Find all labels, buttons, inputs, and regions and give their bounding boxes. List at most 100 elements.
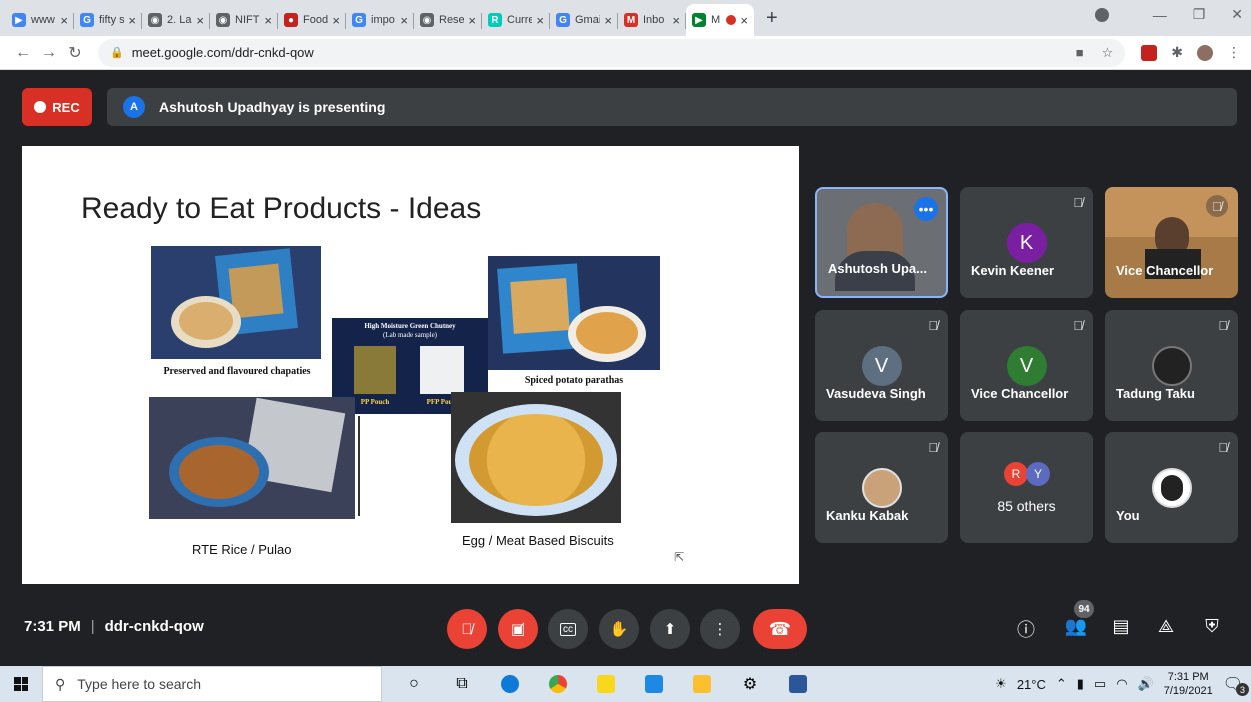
tab-title: fifty s — [99, 14, 125, 26]
puzzle-icon[interactable]: ✱ — [1171, 44, 1183, 61]
people-icon: 👥 — [1064, 616, 1088, 636]
shield-icon: ⛨ — [1205, 616, 1219, 636]
browser-tab[interactable]: ◉ Rese × — [414, 4, 482, 36]
people-button[interactable]: 👥 — [1063, 616, 1089, 637]
browser-tab[interactable]: ▶ www × — [6, 4, 74, 36]
raise-hand-button[interactable]: ✋ — [599, 609, 639, 649]
captions-button[interactable]: cc — [548, 609, 588, 649]
battery-icon[interactable]: ▭ — [1094, 676, 1106, 692]
biscuits-photo — [451, 392, 621, 523]
close-tab-icon[interactable]: × — [196, 13, 204, 28]
host-controls-button[interactable]: ⛨ — [1199, 616, 1225, 637]
mic-off-icon: 🎙̸ — [928, 318, 938, 333]
start-button[interactable] — [0, 666, 42, 702]
avatar[interactable] — [1197, 44, 1213, 61]
notification-center-button[interactable]: 🗨 3 — [1223, 674, 1249, 696]
search-placeholder: Type here to search — [77, 676, 202, 692]
activities-button[interactable]: ⟁ — [1153, 616, 1179, 637]
leave-call-button[interactable]: ☎ — [753, 609, 807, 649]
address-bar[interactable]: 🔒 meet.google.com/ddr-cnkd-qow ■ ☆ — [98, 38, 1126, 67]
weather-temp[interactable]: 21°C — [1017, 677, 1046, 692]
more-options-button[interactable]: ⋮ — [700, 609, 740, 649]
browser-tab[interactable]: ◉ NIFTI × — [210, 4, 278, 36]
wifi-icon[interactable]: ◠ — [1116, 676, 1127, 692]
close-tab-icon[interactable]: × — [264, 13, 272, 28]
participant-name: Tadung Taku — [1116, 386, 1195, 401]
participant-tile[interactable]: ••• Ashutosh Upa... — [815, 187, 948, 298]
browser-tab[interactable]: ◉ 2. Lal × — [142, 4, 210, 36]
participant-tile[interactable]: 🎙̸ V Vice Chancellor — [960, 310, 1093, 421]
sticky-notes-icon — [597, 675, 615, 693]
participant-tile[interactable]: 🎙̸ V Vasudeva Singh — [815, 310, 948, 421]
avatar — [1151, 346, 1192, 386]
browser-tab[interactable]: Gimpo × — [346, 4, 414, 36]
clock-date: 7/19/2021 — [1163, 685, 1213, 697]
participant-tile[interactable]: 🎙̸ Kanku Kabak — [815, 432, 948, 543]
participant-tile[interactable]: 🎙̸ Vice Chancellor — [1105, 187, 1238, 298]
task-view-button[interactable]: ⧉ — [438, 666, 486, 702]
back-icon[interactable]: ← — [10, 44, 36, 62]
close-window-icon[interactable]: ✕ — [1231, 6, 1243, 23]
close-tab-icon[interactable]: × — [536, 13, 544, 28]
close-tab-icon[interactable]: × — [332, 13, 340, 28]
participant-tile[interactable]: 🎙̸ Tadung Taku — [1105, 310, 1238, 421]
close-tab-icon[interactable]: × — [128, 13, 136, 28]
taskbar-search[interactable]: ⚲ Type here to search — [42, 666, 382, 702]
forward-icon[interactable]: → — [36, 44, 62, 62]
mic-off-icon: 🎙̸ — [928, 440, 938, 455]
new-tab-button[interactable]: + — [766, 7, 778, 30]
maximize-icon[interactable]: ❐ — [1193, 6, 1206, 23]
tab-title: Inbo — [643, 14, 665, 26]
browser-tab[interactable]: R Curre × — [482, 4, 550, 36]
rg-icon: R — [488, 13, 502, 27]
taskbar-edge[interactable] — [486, 666, 534, 702]
cursor-icon: ⇱ — [674, 550, 685, 564]
more-options-icon[interactable]: ••• — [914, 197, 938, 221]
self-tile[interactable]: 🎙̸ You — [1105, 432, 1238, 543]
bookmark-star-icon[interactable]: ☆ — [1102, 45, 1114, 61]
close-tab-icon[interactable]: × — [468, 13, 476, 28]
browser-tab[interactable]: Gfifty s × — [74, 4, 142, 36]
close-tab-icon[interactable]: × — [672, 13, 680, 28]
recording-tab-icon — [726, 15, 737, 25]
cortana-button[interactable]: ○ — [390, 666, 438, 702]
close-tab-icon[interactable]: × — [400, 13, 408, 28]
meeting-info: 7:31 PM | ddr-cnkd-qow — [24, 618, 204, 635]
browser-tab[interactable]: ● Food × — [278, 4, 346, 36]
others-tile[interactable]: R Y 85 others — [960, 432, 1093, 543]
taskbar-sticky[interactable] — [582, 666, 630, 702]
window-controls: — ❐ ✕ — [1094, 6, 1243, 23]
taskbar-store[interactable] — [630, 666, 678, 702]
taskbar-chrome[interactable] — [534, 666, 582, 702]
info-button[interactable]: ⓘ — [1013, 616, 1039, 642]
browser-tab[interactable]: G Gmai × — [550, 4, 618, 36]
camera-icon[interactable]: ■ — [1076, 45, 1084, 61]
tab-title: www — [31, 14, 55, 26]
extension-icon[interactable] — [1141, 44, 1158, 61]
avatar: K — [1006, 223, 1047, 263]
volume-icon[interactable]: 🔊 — [1138, 676, 1154, 692]
mic-toggle-button[interactable]: 🎙̸ — [447, 609, 487, 649]
close-tab-icon[interactable]: × — [740, 13, 748, 28]
system-clock[interactable]: 7:31 PM 7/19/2021 — [1164, 670, 1213, 698]
browser-tab[interactable]: ▶ M × — [686, 4, 754, 36]
mic-icon[interactable]: ▮ — [1077, 676, 1084, 692]
minimize-icon[interactable]: — — [1153, 7, 1167, 23]
globe-icon: ◉ — [148, 13, 162, 27]
close-tab-icon[interactable]: × — [60, 13, 68, 28]
chat-button[interactable]: ▤ — [1108, 616, 1134, 637]
close-tab-icon[interactable]: × — [604, 13, 612, 28]
taskbar-word[interactable] — [774, 666, 822, 702]
camera-toggle-button[interactable]: ▣̸ — [498, 609, 538, 649]
present-button[interactable]: ⬆ — [650, 609, 690, 649]
profile-icon[interactable] — [1094, 7, 1109, 22]
taskbar-explorer[interactable] — [678, 666, 726, 702]
notification-count: 3 — [1236, 683, 1249, 696]
participant-tile[interactable]: 🎙̸ K Kevin Keener — [960, 187, 1093, 298]
chapaties-photo — [151, 246, 321, 359]
browser-tab[interactable]: M Inbo × — [618, 4, 686, 36]
menu-icon[interactable]: ⋮ — [1227, 44, 1241, 61]
chevron-up-icon[interactable]: ⌃ — [1056, 676, 1067, 692]
reload-icon[interactable]: ↻ — [62, 43, 88, 63]
taskbar-settings[interactable]: ⚙ — [726, 666, 774, 702]
